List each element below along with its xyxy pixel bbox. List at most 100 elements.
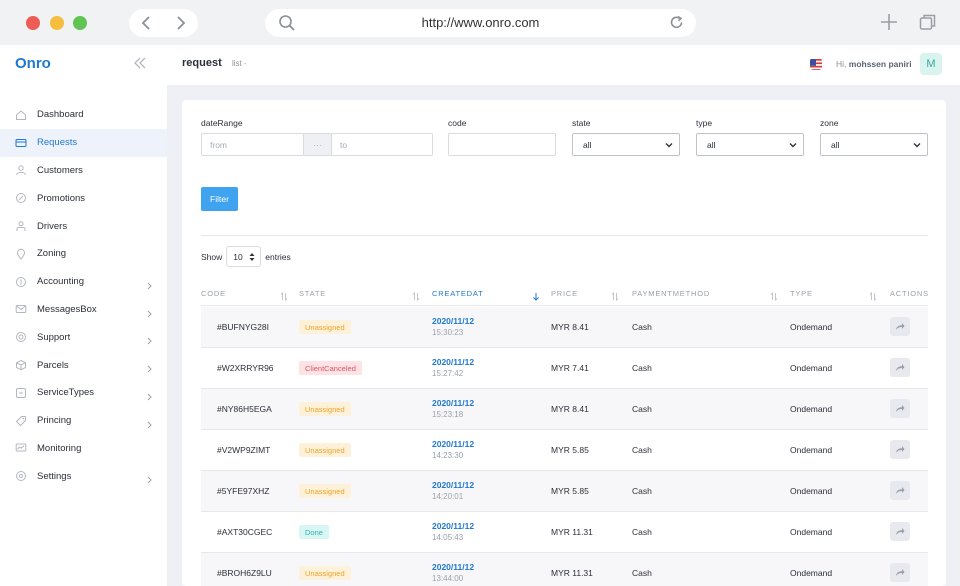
column-header-createdat[interactable]: CREATEDAT — [432, 289, 484, 298]
payment-method-cell: Cash — [632, 322, 652, 332]
sidebar-item-label: Support — [37, 331, 71, 343]
status-badge: Unassigned — [299, 484, 351, 498]
sidebar-item-settings[interactable]: Settings — [0, 462, 167, 490]
chevron-right-icon — [147, 388, 152, 406]
sidebar-item-drivers[interactable]: Drivers — [0, 212, 167, 240]
us-flag-icon[interactable] — [810, 58, 822, 70]
type-select[interactable]: all — [696, 133, 804, 156]
share-arrow-icon — [896, 446, 905, 453]
table-row[interactable]: #AXT30CGEC Done 2020/11/12 14:05:43 MYR 11.3… — [201, 512, 928, 553]
created-time: 15:23:18 — [432, 410, 464, 419]
back-button[interactable] — [129, 9, 163, 37]
drivers-icon — [15, 220, 27, 232]
avatar[interactable]: M — [920, 53, 942, 75]
column-header-type[interactable]: TYPE — [790, 289, 813, 298]
messages-icon — [15, 303, 27, 315]
code-input[interactable] — [448, 133, 556, 156]
sidebar-item-label: Promotions — [37, 192, 86, 204]
table-row[interactable]: #NY86H5EGA Unassigned 2020/11/12 15:23:18 MY… — [201, 389, 928, 430]
accounting-icon — [15, 276, 27, 288]
table-row[interactable]: #V2WP9ZIMT Unassigned 2020/11/12 14:23:30 MY… — [201, 430, 928, 471]
sort-icon[interactable] — [869, 288, 877, 306]
chevron-right-icon — [147, 277, 152, 295]
sidebar-item-label: Accounting — [37, 276, 85, 288]
table-row[interactable]: #BROH6Z9LU Unassigned 2020/11/12 13:44:00 MY… — [201, 553, 928, 586]
chevron-right-icon — [177, 16, 186, 30]
date-to-input[interactable]: to — [331, 133, 433, 156]
date-from-input[interactable]: from — [201, 133, 304, 156]
code-cell[interactable]: #AXT30CGEC — [217, 527, 272, 537]
share-arrow-icon — [896, 487, 905, 494]
open-request-button[interactable] — [890, 317, 910, 336]
tabs-overview-icon[interactable] — [919, 13, 937, 31]
open-request-button[interactable] — [890, 399, 910, 418]
payment-method-cell: Cash — [632, 486, 652, 496]
state-select[interactable]: all — [572, 133, 680, 156]
breadcrumb[interactable]: list - — [232, 59, 246, 68]
minimize-window-button[interactable] — [50, 16, 64, 30]
forward-button[interactable] — [164, 9, 198, 37]
open-request-button[interactable] — [890, 358, 910, 377]
sort-icon[interactable] — [280, 288, 288, 306]
sidebar-menu: Dashboard Requests Customers Promotions Driv… — [0, 101, 167, 490]
sidebar-item-accounting[interactable]: Accounting — [0, 268, 167, 296]
sidebar-item-dashboard[interactable]: Dashboard — [0, 101, 167, 129]
price-cell: MYR 5.85 — [551, 445, 589, 455]
sidebar-item-princing[interactable]: Princing — [0, 407, 167, 435]
created-date: 2020/11/12 — [432, 521, 475, 531]
app-logo: Onro — [15, 55, 51, 72]
chevron-left-icon — [141, 16, 150, 30]
sidebar-item-customers[interactable]: Customers — [0, 157, 167, 185]
sidebar-item-label: Dashboard — [37, 109, 84, 121]
sidebar-item-monitoring[interactable]: Monitoring — [0, 435, 167, 463]
code-cell[interactable]: #BUFNYG28I — [217, 322, 269, 332]
code-cell[interactable]: #W2XRRYR96 — [217, 363, 274, 373]
code-cell[interactable]: #NY86H5EGA — [217, 404, 272, 414]
filter-button[interactable]: Filter — [201, 187, 238, 211]
open-request-button[interactable] — [890, 440, 910, 459]
sidebar-item-promotions[interactable]: Promotions — [0, 184, 167, 212]
column-header-price[interactable]: PRICE — [551, 289, 578, 298]
table-row[interactable]: #BUFNYG28I Unassigned 2020/11/12 15:30:23 MY… — [201, 307, 928, 348]
code-cell[interactable]: #V2WP9ZIMT — [217, 445, 270, 455]
user-greeting: Hi, mohssen paniri — [836, 59, 912, 69]
sidebar-item-label: Requests — [37, 137, 78, 149]
entries-select[interactable]: 10 — [226, 246, 262, 267]
sidebar-item-parcels[interactable]: Parcels — [0, 351, 167, 379]
open-request-button[interactable] — [890, 563, 910, 582]
open-request-button[interactable] — [890, 481, 910, 500]
sidebar-item-messagesbox[interactable]: MessagesBox — [0, 296, 167, 324]
column-header-paymentmethod[interactable]: PAYMENTMETHOD — [632, 289, 710, 298]
sidebar-item-requests[interactable]: Requests — [0, 128, 167, 157]
close-window-button[interactable] — [26, 16, 40, 30]
column-header-actions[interactable]: ACTIONS — [890, 289, 929, 298]
column-header-code[interactable]: CODE — [201, 289, 226, 298]
sidebar-item-servicetypes[interactable]: ServiceTypes — [0, 379, 167, 407]
open-request-button[interactable] — [890, 522, 910, 541]
code-cell[interactable]: #5YFE97XHZ — [217, 486, 269, 496]
sidebar-item-label: Parcels — [37, 359, 69, 371]
zone-select[interactable]: all — [820, 133, 928, 156]
sort-icon[interactable] — [412, 288, 420, 306]
new-tab-icon[interactable] — [880, 13, 898, 31]
table-row[interactable]: #5YFE97XHZ Unassigned 2020/11/12 14:20:01 MY… — [201, 471, 928, 512]
servicetypes-icon — [15, 387, 27, 399]
maximize-window-button[interactable] — [73, 16, 87, 30]
collapse-sidebar-icon[interactable] — [133, 57, 147, 69]
address-bar[interactable]: http://www.onro.com — [265, 9, 696, 37]
column-header-state[interactable]: STATE — [299, 289, 326, 298]
top-bar: request list - Hi, mohssen paniri M — [167, 45, 960, 85]
sidebar-item-support[interactable]: Support — [0, 323, 167, 351]
code-cell[interactable]: #BROH6Z9LU — [217, 568, 272, 578]
sort-icon[interactable] — [770, 288, 778, 306]
sidebar-item-zoning[interactable]: Zoning — [0, 240, 167, 268]
sort-icon[interactable] — [611, 288, 619, 306]
zone-select-value: all — [831, 139, 840, 150]
price-cell: MYR 5.85 — [551, 486, 589, 496]
created-time: 14:05:43 — [432, 533, 464, 542]
chevron-right-icon — [147, 305, 152, 323]
created-date: 2020/11/12 — [432, 562, 475, 572]
reload-icon[interactable] — [668, 14, 685, 31]
sort-desc-icon[interactable] — [532, 288, 540, 306]
table-row[interactable]: #W2XRRYR96 ClientCanceled 2020/11/12 15:27:… — [201, 348, 928, 389]
